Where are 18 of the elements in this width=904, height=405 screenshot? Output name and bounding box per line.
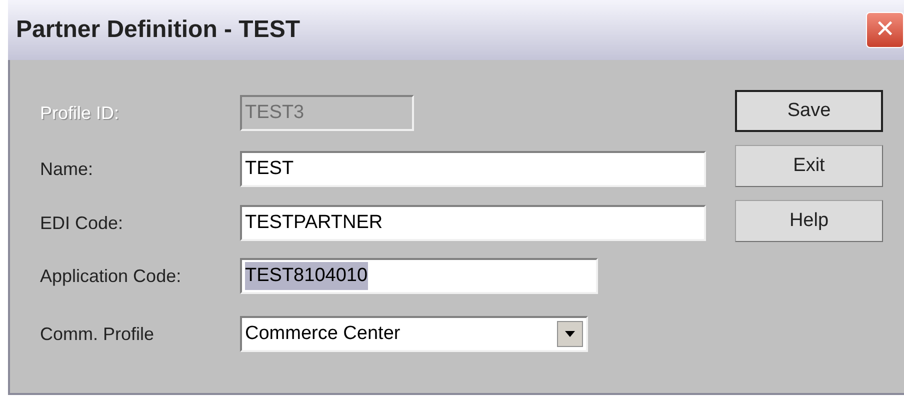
text-field[interactable]: TEST [240, 151, 706, 187]
text-field[interactable]: TEST8104010 [240, 258, 598, 294]
dialog-button[interactable]: Help [735, 200, 883, 242]
dropdown[interactable]: Commerce Center [240, 316, 588, 352]
field-label: EDI Code: [40, 212, 124, 234]
field-label: Profile ID: [40, 102, 120, 124]
field-value: TEST3 [245, 100, 304, 125]
dialog-button[interactable]: Exit [735, 145, 883, 187]
window-title: Partner Definition - TEST [16, 15, 300, 45]
field-label: Name: [40, 158, 94, 180]
field-value: TEST [245, 156, 294, 181]
field-value: TESTPARTNER [245, 210, 383, 235]
selected-text: TEST8104010 [245, 262, 368, 290]
field-label: Comm. Profile [40, 322, 156, 346]
field-label: Application Code: [40, 264, 182, 288]
field-value: Commerce Center [245, 322, 400, 346]
dialog-button[interactable]: Save [735, 90, 883, 132]
text-field[interactable]: TESTPARTNER [240, 205, 706, 241]
